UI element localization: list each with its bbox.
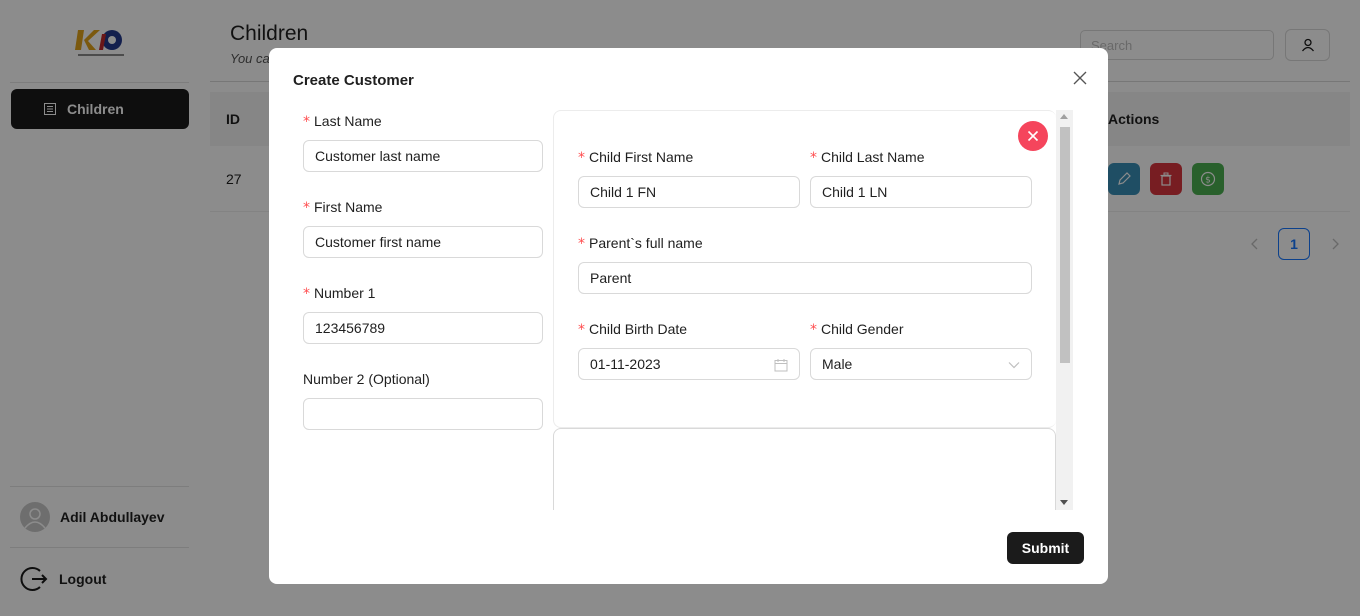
number1-field[interactable]: 123456789 xyxy=(303,312,543,344)
child-last-name-label: * Child Last Name xyxy=(810,149,925,166)
chevron-down-icon xyxy=(1008,362,1020,369)
first-name-field[interactable]: Customer first name xyxy=(303,226,543,258)
last-name-field[interactable]: Customer last name xyxy=(303,140,543,172)
scroll-thumb[interactable] xyxy=(1060,127,1070,363)
last-name-label: * Last Name xyxy=(303,113,382,130)
close-button[interactable] xyxy=(1070,68,1090,88)
first-name-label: * First Name xyxy=(303,199,383,216)
parent-name-label: * Parent`s full name xyxy=(578,235,703,252)
child-birth-date-picker[interactable]: 01-11-2023 xyxy=(578,348,800,380)
close-icon xyxy=(1073,71,1087,85)
child-gender-label: * Child Gender xyxy=(810,321,904,338)
scrollbar[interactable] xyxy=(1056,110,1073,510)
remove-child-button[interactable] xyxy=(1018,121,1048,151)
submit-button[interactable]: Submit xyxy=(1007,532,1084,564)
gender-value: Male xyxy=(822,356,853,372)
child-first-name-field[interactable]: Child 1 FN xyxy=(578,176,800,208)
child-gender-select[interactable]: Male xyxy=(810,348,1032,380)
calendar-icon xyxy=(774,359,788,372)
create-customer-modal: Create Customer * Last Name Customer last… xyxy=(269,48,1108,584)
birth-date-value: 01-11-2023 xyxy=(590,356,661,372)
modal-title: Create Customer xyxy=(293,72,414,89)
number1-label: * Number 1 xyxy=(303,285,376,302)
child-card: * Child First Name Child 1 FN * Child Last… xyxy=(553,110,1056,428)
number2-field[interactable] xyxy=(303,398,543,430)
scroll-up-arrow[interactable] xyxy=(1060,114,1068,119)
child-card xyxy=(553,428,1056,510)
number2-label: Number 2 (Optional) xyxy=(303,371,430,387)
scroll-down-arrow[interactable] xyxy=(1060,500,1068,505)
child-first-name-label: * Child First Name xyxy=(578,149,694,166)
children-list[interactable]: * Child First Name Child 1 FN * Child Last… xyxy=(553,110,1073,510)
close-icon xyxy=(1027,130,1039,142)
child-birth-date-label: * Child Birth Date xyxy=(578,321,688,338)
child-last-name-field[interactable]: Child 1 LN xyxy=(810,176,1032,208)
parent-name-field[interactable]: Parent xyxy=(578,262,1032,294)
